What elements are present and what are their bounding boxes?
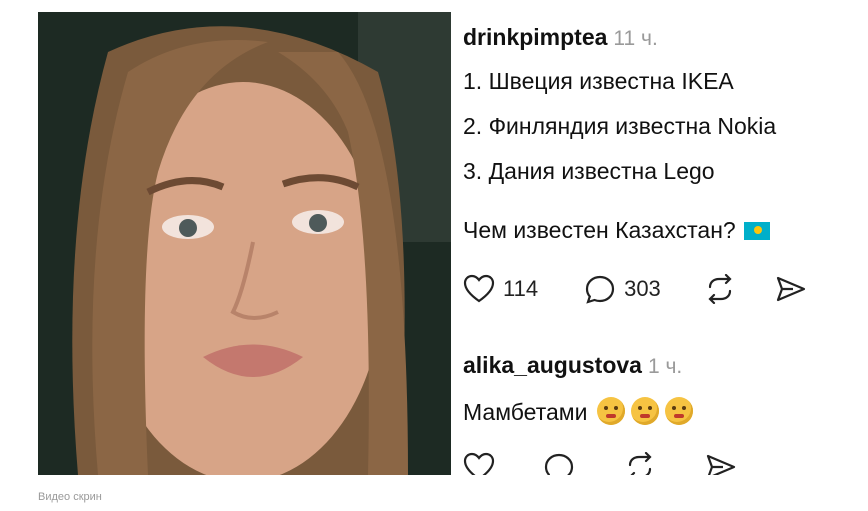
- post-time: 11 ч.: [613, 27, 658, 50]
- like-count: 114: [503, 276, 539, 301]
- threads-post-panel: drinkpimptea 11 ч. 1. Швеция известна IKE…: [451, 12, 868, 475]
- woman-portrait-illustration: [38, 12, 451, 475]
- send-icon: [706, 454, 736, 475]
- post-actions: 114 303: [463, 274, 835, 304]
- send-icon: [776, 276, 805, 302]
- reply-count: 303: [624, 276, 661, 301]
- melting-face-emoji: [597, 397, 626, 425]
- post-line-3: 3. Дания известна Lego: [463, 158, 715, 184]
- video-screenshot-photo: [38, 12, 451, 475]
- like-button[interactable]: 114: [463, 274, 538, 304]
- reply-like-button[interactable]: [463, 452, 495, 475]
- repost-icon: [708, 274, 732, 304]
- reply-text: Мамбетами: [463, 399, 588, 425]
- post-header: drinkpimptea 11 ч.: [463, 24, 658, 51]
- melting-face-emoji: [665, 397, 694, 425]
- comment-bubble-icon: [544, 453, 574, 475]
- heart-icon: [463, 274, 495, 303]
- reply-comment-button[interactable]: [543, 452, 575, 475]
- post-question-line: Чем известен Казахстан?: [463, 217, 770, 244]
- heart-icon: [463, 452, 495, 475]
- post-line-2: 2. Финляндия известна Nokia: [463, 113, 777, 139]
- reply-share-button[interactable]: [705, 452, 737, 475]
- reply-author[interactable]: alika_augustova: [463, 352, 642, 378]
- reply-text-line: Мамбетами: [463, 397, 694, 426]
- image-caption: Видео скрин: [38, 491, 102, 503]
- melting-face-emoji: [631, 397, 660, 425]
- post-author[interactable]: drinkpimptea: [463, 24, 607, 50]
- repost-button[interactable]: [703, 274, 737, 304]
- comment-bubble-icon: [585, 275, 615, 304]
- repost-icon: [628, 452, 652, 475]
- comment-button[interactable]: 303: [584, 274, 661, 304]
- reply-actions: [463, 452, 765, 475]
- post-line-1: 1. Швеция известна IKEA: [463, 68, 734, 94]
- reply-header: alika_augustova 1 ч.: [463, 352, 682, 379]
- post-question: Чем известен Казахстан?: [463, 217, 736, 243]
- reply-repost-button[interactable]: [623, 452, 657, 475]
- reply-time: 1 ч.: [647, 355, 683, 378]
- kazakhstan-flag-emoji: [743, 222, 770, 240]
- share-button[interactable]: [775, 274, 807, 304]
